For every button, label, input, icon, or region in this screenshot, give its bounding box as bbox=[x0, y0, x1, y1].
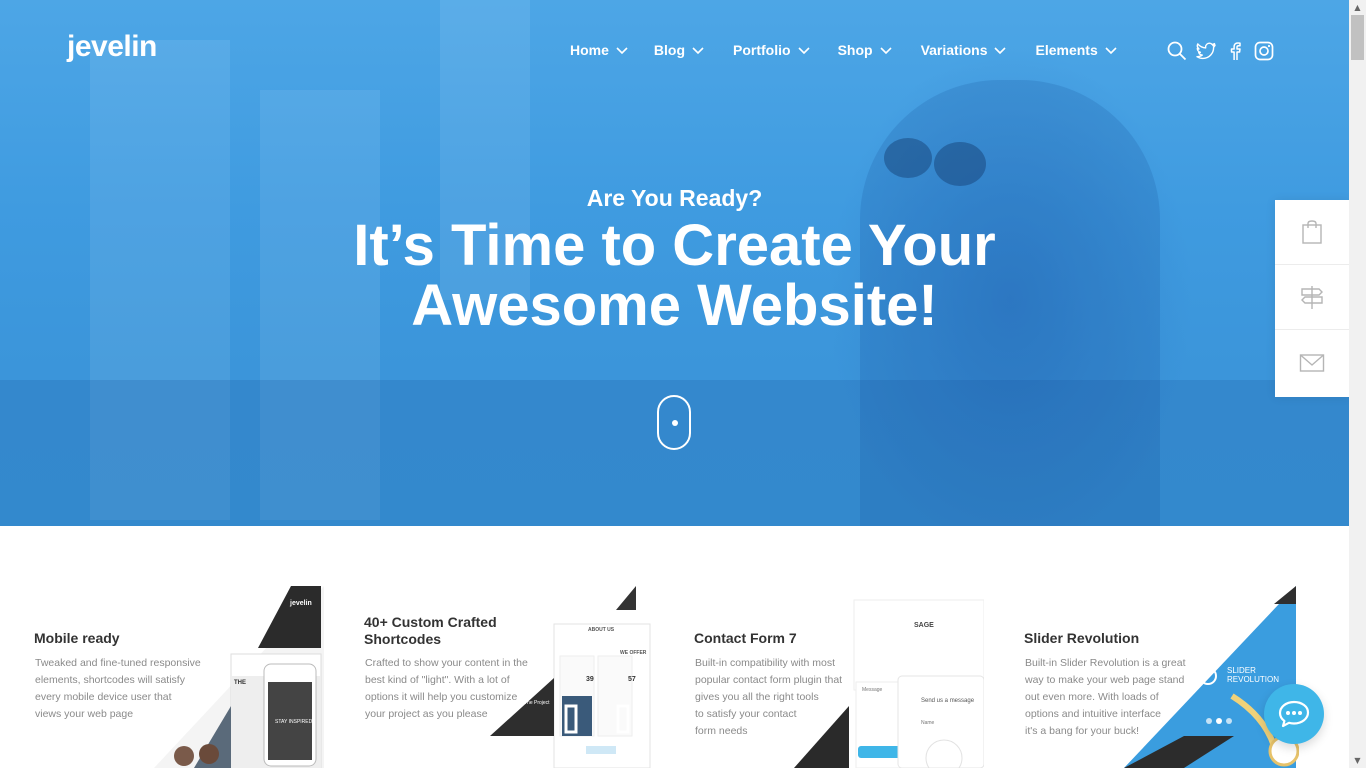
feature-contact-form: SAGE Send us a message Name Message Cont… bbox=[694, 586, 984, 768]
feature-description-line: gives you all the right tools bbox=[695, 691, 819, 703]
search-icon[interactable] bbox=[1166, 40, 1188, 62]
instagram-icon[interactable] bbox=[1253, 40, 1275, 62]
feature-title: Slider Revolution bbox=[1024, 630, 1140, 646]
feature-description-line: views your web page bbox=[35, 708, 134, 720]
feature-description-line: Crafted to show your content in the bbox=[365, 657, 528, 669]
feature-description-line: elements, shortcodes will satisfy bbox=[35, 674, 185, 686]
mockup-slider-label-line: REVOLUTION bbox=[1227, 675, 1280, 684]
chat-button[interactable] bbox=[1264, 684, 1324, 744]
feature-title-line: 40+ Custom Crafted bbox=[364, 614, 497, 630]
mockup-caption: STAY INSPIRED bbox=[275, 719, 313, 725]
nav-item-label: Elements bbox=[1035, 42, 1098, 58]
nav-item-blog[interactable]: Blog bbox=[654, 40, 705, 60]
feature-description-line: it's a bang for your buck! bbox=[1025, 725, 1140, 737]
nav-item-elements[interactable]: Elements bbox=[1035, 40, 1117, 60]
facebook-icon[interactable] bbox=[1224, 40, 1246, 62]
feature-description: Built-in compatibility with most popular… bbox=[695, 655, 842, 740]
feature-description-line: out even more. With loads of bbox=[1025, 691, 1159, 703]
side-shop-button[interactable] bbox=[1275, 200, 1349, 265]
feature-description-line: Built-in compatibility with most bbox=[695, 657, 836, 669]
chevron-down-icon bbox=[994, 47, 1007, 55]
mockup-slider-label-line: SLIDER bbox=[1227, 666, 1256, 675]
page-scrollbar[interactable]: ▲ ▼ bbox=[1349, 0, 1366, 768]
chat-bubble-icon bbox=[1278, 700, 1310, 728]
nav-item-label: Shop bbox=[837, 42, 873, 58]
scroll-down-mouse-icon[interactable] bbox=[657, 395, 691, 450]
feature-title: 40+ Custom Crafted Shortcodes bbox=[364, 614, 497, 648]
scroll-up-arrow-icon[interactable]: ▲ bbox=[1349, 0, 1366, 15]
feature-description: Tweaked and fine-tuned responsive elemen… bbox=[35, 655, 201, 723]
feature-title: Mobile ready bbox=[34, 630, 120, 646]
mockup-price: 57 bbox=[628, 676, 636, 683]
nav-item-portfolio[interactable]: Portfolio bbox=[733, 40, 811, 60]
sunglasses-shape bbox=[880, 130, 990, 190]
mockup-slider-label: SLIDER REVOLUTION bbox=[1227, 666, 1279, 684]
feature-description-line: your project as you please bbox=[365, 708, 488, 720]
feature-description: Built-in Slider Revolution is a great wa… bbox=[1025, 655, 1186, 740]
feature-description-line: way to make your web page stand bbox=[1025, 674, 1185, 686]
scrollbar-thumb[interactable] bbox=[1351, 15, 1364, 60]
feature-slider-revolution: SLIDER REVOLUTION Slider Revolution Buil… bbox=[1024, 586, 1324, 768]
nav-item-label: Portfolio bbox=[733, 42, 791, 58]
feature-title: Contact Form 7 bbox=[694, 630, 797, 646]
shopping-bag-icon bbox=[1302, 220, 1322, 244]
scroll-dot bbox=[672, 420, 678, 426]
nav-item-label: Blog bbox=[653, 42, 686, 58]
mockup-offer-label: WE OFFER bbox=[620, 650, 647, 656]
feature-mobile-ready: jevelin THE STAY INSPIRED Mobile ready T… bbox=[34, 586, 334, 768]
nav-item-home[interactable]: Home bbox=[570, 40, 629, 60]
side-directions-button[interactable] bbox=[1275, 265, 1349, 330]
nav-item-variations[interactable]: Variations bbox=[921, 40, 1008, 60]
chevron-down-icon bbox=[616, 47, 628, 55]
chevron-down-icon bbox=[1105, 47, 1117, 55]
mockup-logo-text: jevelin bbox=[290, 600, 312, 607]
hero-section: jevelin Home Blog Portfolio Shop Variati… bbox=[0, 0, 1349, 526]
nav-item-label: Home bbox=[570, 42, 609, 58]
feature-description-line: form needs bbox=[695, 725, 748, 737]
feature-title-line: Shortcodes bbox=[364, 631, 442, 647]
mockup-send-label: Send us a message bbox=[921, 698, 975, 704]
hero-subtitle: Are You Ready? bbox=[586, 185, 763, 211]
chevron-down-icon bbox=[797, 47, 810, 55]
mockup-name-label: Name bbox=[921, 720, 935, 726]
hero-title-line: Awesome Website! bbox=[411, 273, 938, 338]
feature-description-line: best kind of "light". With a lot of bbox=[365, 674, 510, 686]
mockup-label: THE bbox=[234, 680, 246, 686]
side-panel bbox=[1275, 200, 1349, 397]
chevron-down-icon bbox=[879, 47, 892, 55]
feature-description-line: popular contact form plugin that bbox=[695, 674, 843, 686]
site-logo[interactable]: jevelin bbox=[67, 30, 157, 64]
hero-title: It’s Time to Create Your Awesome Website… bbox=[0, 216, 1349, 336]
feature-description-line: options and intuitive interface bbox=[1025, 708, 1162, 720]
nav-item-shop[interactable]: Shop bbox=[838, 40, 893, 60]
nav-item-label: Variations bbox=[920, 42, 988, 58]
hero-title-line: It’s Time to Create Your bbox=[353, 213, 996, 278]
mockup-about-label: ABOUT US bbox=[588, 627, 615, 633]
mockup-message-label: Message bbox=[862, 687, 883, 693]
main-nav: Home Blog Portfolio Shop Variations Elem… bbox=[570, 40, 1143, 60]
twitter-icon[interactable] bbox=[1195, 40, 1217, 62]
chevron-down-icon bbox=[692, 47, 704, 55]
envelope-icon bbox=[1299, 353, 1325, 372]
feature-shortcodes: ABOUT US WE OFFER 39 57 The Project 40+ … bbox=[364, 586, 664, 768]
scroll-down-arrow-icon[interactable]: ▼ bbox=[1349, 753, 1366, 768]
feature-description-line: Tweaked and fine-tuned responsive bbox=[35, 657, 201, 669]
feature-description-line: to satisfy your contact bbox=[695, 708, 797, 720]
feature-description-line: every mobile device user that bbox=[35, 691, 172, 703]
nav-icons bbox=[1166, 40, 1282, 62]
side-contact-button[interactable] bbox=[1275, 330, 1349, 395]
feature-description-line: Built-in Slider Revolution is a great bbox=[1025, 657, 1186, 669]
mockup-price: 39 bbox=[586, 676, 594, 683]
mockup-heading: SAGE bbox=[914, 622, 934, 629]
signpost-icon bbox=[1301, 286, 1323, 309]
feature-description: Crafted to show your content in the best… bbox=[365, 655, 528, 723]
feature-description-line: options it will help you customize bbox=[365, 691, 518, 703]
